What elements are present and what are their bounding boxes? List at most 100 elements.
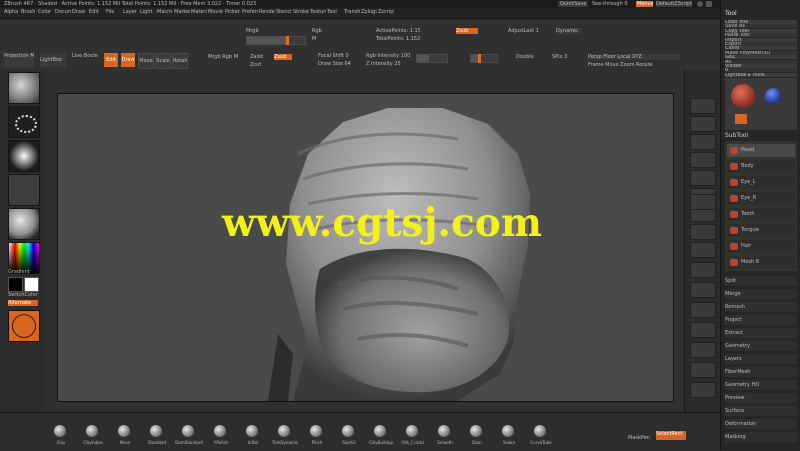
switch-color-label[interactable]: SwitchColor (8, 292, 40, 298)
tool-subpalette[interactable]: Geometry (725, 341, 797, 351)
menu-brush[interactable]: Brush (21, 9, 37, 15)
move-button[interactable]: Move (138, 53, 154, 69)
main-color-swatch[interactable] (8, 277, 23, 292)
brush-thumbnail[interactable] (8, 72, 40, 104)
draw-size-slider[interactable]: Draw Size 64 (318, 61, 358, 67)
draw-button[interactable]: Draw (121, 53, 135, 67)
live-boolean-button[interactable]: Live Boolean (72, 53, 98, 59)
brush-damstandard[interactable]: DamStandard (174, 423, 204, 449)
tool-row[interactable]: Export (725, 42, 797, 46)
tool-subpalette[interactable]: Geometry HD (725, 380, 797, 390)
tool-row[interactable]: Import (725, 37, 797, 42)
tool-thumb-star[interactable] (735, 114, 747, 124)
spix-button[interactable] (690, 116, 716, 132)
tool-row[interactable]: GoZ (725, 55, 797, 60)
menus-button[interactable]: Menus (636, 1, 653, 7)
brush-claytubes[interactable]: Claytubes (78, 423, 108, 449)
brush-standard[interactable]: Standard (142, 423, 172, 449)
brush-claybuildup[interactable]: ClayBuildup (366, 423, 396, 449)
tool-subpalette[interactable]: Extract (725, 328, 797, 338)
m-label[interactable]: M (312, 36, 332, 42)
menu-zplugin[interactable]: Zplugin (361, 9, 377, 15)
tool-row[interactable]: Lightbox ▸ Tools (725, 72, 797, 77)
brush-snake[interactable]: Snake (494, 423, 524, 449)
tool-row[interactable]: All (725, 59, 797, 64)
menu-layer[interactable]: Layer (123, 9, 139, 15)
secondary-color-swatch[interactable] (24, 277, 39, 292)
zoom-button[interactable] (690, 152, 716, 168)
frame-button[interactable] (690, 262, 716, 278)
subtool-label[interactable]: SubTool (725, 132, 785, 140)
menu-light[interactable]: Light (140, 9, 156, 15)
menu-stencil[interactable]: Stencil (276, 9, 292, 15)
floor-button[interactable] (690, 224, 716, 240)
tool-row[interactable]: Clone (725, 46, 797, 51)
tool-row[interactable]: Make PolyMesh3D (725, 50, 797, 55)
brush-curvetube[interactable]: CurveTube (526, 423, 556, 449)
quicksave-button[interactable]: QuickSave (558, 1, 588, 7)
menu-marker[interactable]: Marker (174, 9, 190, 15)
tool-row[interactable]: Save As (725, 24, 797, 29)
tool-row[interactable]: R (725, 68, 797, 73)
rgb-label[interactable]: Rgb (312, 28, 332, 34)
menu-picker[interactable]: Picker (225, 9, 241, 15)
tool-subpalette[interactable]: Layers (725, 354, 797, 364)
menu-color[interactable]: Color (38, 9, 54, 15)
subtool-item[interactable]: Tongue (727, 224, 795, 237)
menu-document[interactable]: Document (55, 9, 71, 15)
subtool-item[interactable]: Hair (727, 240, 795, 253)
adjust-last[interactable]: AdjustLast 1 (508, 28, 548, 34)
brush-inflat[interactable]: Inflat (238, 423, 268, 449)
frame-controls[interactable]: Frame Move Zoom Rotate (588, 62, 680, 68)
paint-controls[interactable]: Persp Floor Local XYZ (588, 54, 680, 60)
menu-macro[interactable]: Macro (157, 9, 173, 15)
default-zscript-button[interactable]: DefaultZScript (656, 1, 692, 7)
tool-subpalette[interactable]: Surface (725, 406, 797, 416)
polyf-button[interactable] (690, 342, 716, 358)
subtool-item[interactable]: Eye_L (727, 176, 795, 189)
zsub-highlight[interactable]: Zsub (456, 28, 478, 34)
subtool-item[interactable]: Eye_R (727, 192, 795, 205)
tool-row[interactable]: Paste Tool (725, 33, 797, 38)
menu-file[interactable]: File (106, 9, 122, 15)
tool-row[interactable]: Load Tool (725, 20, 797, 24)
brush-trimdynamic[interactable]: TrimDynamic (270, 423, 300, 449)
z-intensity-label[interactable]: Z Intensity 25 (366, 61, 414, 67)
menu-preferences[interactable]: Preferences (242, 9, 258, 15)
material-thumbnail[interactable] (8, 208, 40, 240)
tool-subpalette[interactable]: Masking (725, 432, 797, 442)
tool-thumb-sphere[interactable] (765, 88, 781, 104)
brush-dam[interactable]: Dam (462, 423, 492, 449)
tool-row[interactable]: Copy Tool (725, 28, 797, 33)
transp-button[interactable] (690, 362, 716, 378)
brush-smooth[interactable]: Smooth (430, 423, 460, 449)
dynamic-button[interactable]: Dynamic (556, 28, 582, 34)
menu-stroke[interactable]: Stroke (293, 9, 309, 15)
minimize-icon[interactable] (706, 1, 712, 7)
help-icon[interactable] (697, 1, 703, 7)
zsub-button[interactable]: Zsub (274, 54, 292, 60)
subtool-item[interactable]: Head (727, 144, 795, 157)
brush-move[interactable]: Move (110, 423, 140, 449)
tool-subpalette[interactable]: Deformation (725, 419, 797, 429)
tool-row[interactable]: Visible (725, 64, 797, 68)
solo-button[interactable] (690, 382, 716, 398)
bpr-button[interactable] (690, 98, 716, 114)
menu-edit[interactable]: Edit (89, 9, 105, 15)
subtool-item[interactable]: Mesh 8 (727, 256, 795, 269)
menu-transform[interactable]: Transform (344, 9, 360, 15)
actual-button[interactable] (690, 170, 716, 186)
tool-subpalette[interactable]: Remesh (725, 302, 797, 312)
menu-material[interactable]: Material (191, 9, 207, 15)
stroke-thumbnail[interactable] (8, 106, 40, 138)
alpha-thumbnail[interactable] (8, 140, 40, 172)
lightbox-button[interactable]: LightBox (40, 53, 66, 67)
brush-clay[interactable]: Clay (46, 423, 76, 449)
tool-thumb-head[interactable] (731, 84, 755, 108)
tool-subpalette[interactable]: Merge (725, 289, 797, 299)
focal-slider-bar[interactable] (416, 54, 448, 63)
brush-pinch[interactable]: Pinch (302, 423, 332, 449)
zoom-view-button[interactable] (690, 302, 716, 318)
tool-subpalette[interactable]: Preview (725, 393, 797, 403)
mrgb-label[interactable]: Mrgb (246, 28, 268, 34)
